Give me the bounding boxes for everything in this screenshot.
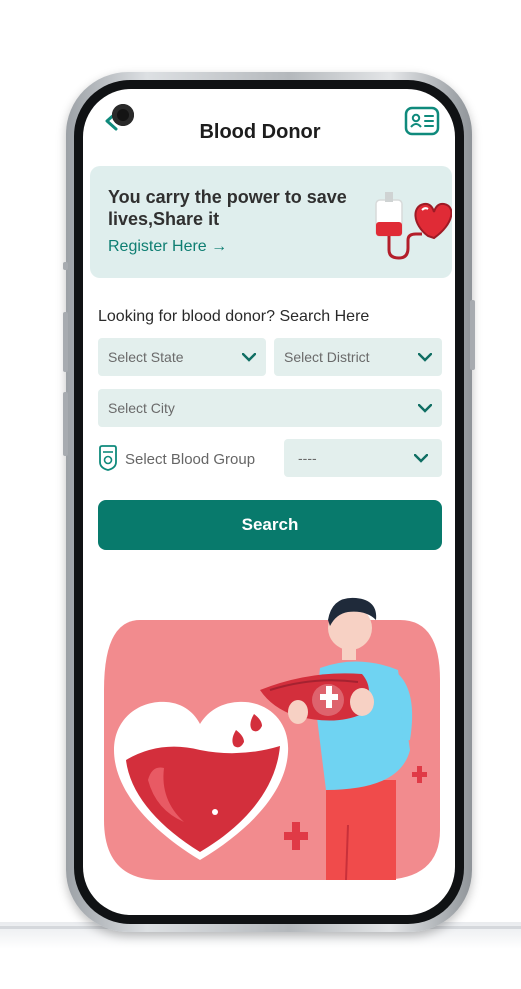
state-select-label: Select State: [108, 349, 184, 365]
chevron-down-icon: [418, 352, 432, 362]
blood-group-select[interactable]: ----: [284, 439, 442, 477]
banner-line-1: You carry the power to save: [108, 187, 347, 207]
front-camera: [112, 104, 134, 126]
city-select[interactable]: Select City: [98, 389, 442, 427]
phone-volume-down: [63, 392, 68, 456]
banner-line-2: lives,Share it: [108, 209, 220, 229]
banner-text: You carry the power to save lives,Share …: [108, 186, 378, 230]
blood-donation-illustration: [104, 597, 440, 881]
blood-group-value: ----: [298, 450, 317, 466]
chevron-down-icon: [418, 403, 432, 413]
district-select-label: Select District: [284, 349, 370, 365]
chevron-down-icon: [414, 453, 428, 463]
search-prompt: Looking for blood donor? Search Here: [98, 308, 370, 325]
floor-shadow: [0, 922, 521, 989]
state-select[interactable]: Select State: [98, 338, 266, 376]
search-button[interactable]: Search: [98, 500, 442, 550]
phone-side-button: [63, 262, 68, 270]
profile-card-icon[interactable]: [404, 106, 440, 136]
city-select-label: Select City: [108, 400, 175, 416]
phone-power-button: [470, 300, 475, 370]
phone-volume-up: [63, 312, 68, 372]
page-title: Blood Donor: [199, 121, 321, 143]
blood-drop-icon: [99, 445, 117, 471]
register-link[interactable]: Register Here →: [108, 238, 227, 256]
chevron-down-icon: [242, 352, 256, 362]
blood-bag-heart-icon: [375, 192, 452, 260]
district-select[interactable]: Select District: [274, 338, 442, 376]
blood-group-label: Select Blood Group: [125, 451, 256, 468]
